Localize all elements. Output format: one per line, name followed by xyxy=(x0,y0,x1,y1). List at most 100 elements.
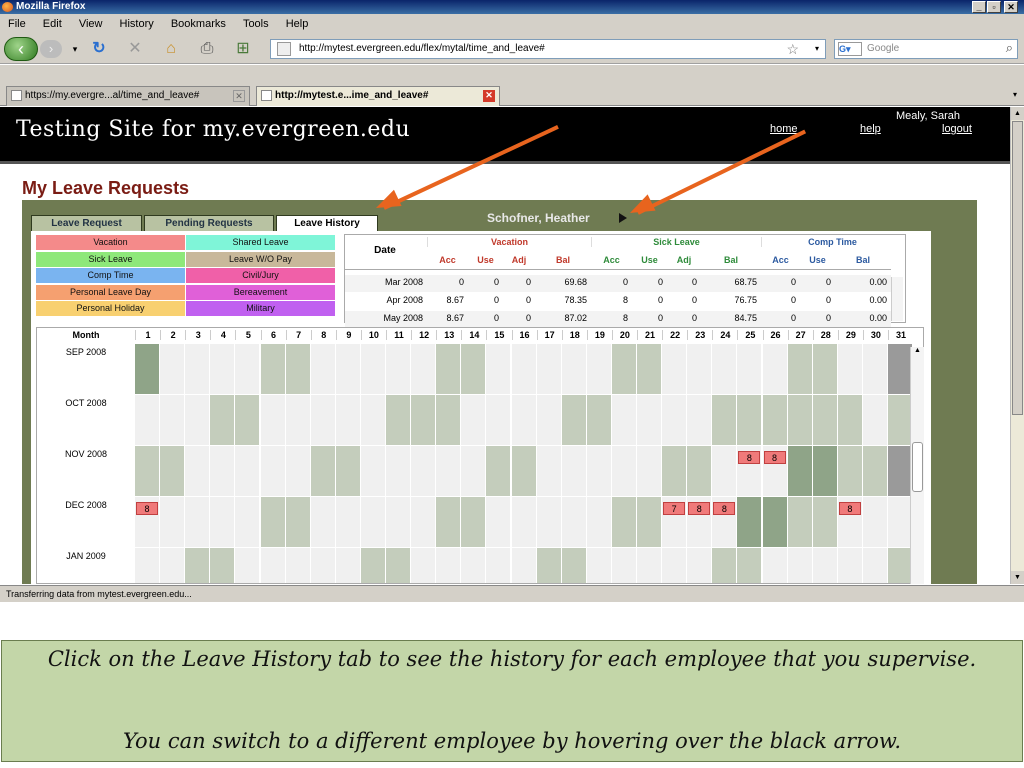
logout-link[interactable]: logout xyxy=(942,123,972,135)
forward-button[interactable]: › xyxy=(40,40,62,58)
calendar-day-cell[interactable] xyxy=(210,497,235,547)
calendar-day-cell[interactable] xyxy=(185,548,210,583)
calendar-day-cell[interactable] xyxy=(737,395,762,445)
calendar-day-cell[interactable] xyxy=(486,395,511,445)
calendar-day-cell[interactable] xyxy=(637,497,662,547)
bookmark-star-icon[interactable]: ☆ xyxy=(786,40,799,58)
calendar-day-cell[interactable] xyxy=(210,395,235,445)
calendar-day-cell[interactable] xyxy=(436,344,461,394)
calendar-day-cell[interactable] xyxy=(762,548,787,583)
calendar-day-cell[interactable] xyxy=(536,497,561,547)
calendar-day-cell[interactable] xyxy=(436,446,461,496)
page-scroll-down-icon[interactable]: ▼ xyxy=(1011,571,1024,584)
calendar-day-cell[interactable] xyxy=(862,344,887,394)
calendar-day-cell[interactable] xyxy=(260,446,285,496)
close-window-button[interactable]: ✕ xyxy=(1004,1,1018,13)
search-magnifier-icon[interactable]: ⌕ xyxy=(1006,39,1013,57)
calendar-day-cell[interactable] xyxy=(888,446,913,496)
calendar-day-cell[interactable] xyxy=(611,497,636,547)
calendar-day-cell[interactable] xyxy=(135,446,160,496)
calendar-day-cell[interactable] xyxy=(135,344,160,394)
calendar-day-cell[interactable] xyxy=(637,395,662,445)
calendar-day-cell[interactable] xyxy=(762,344,787,394)
calendar-day-cell[interactable] xyxy=(360,344,385,394)
calendar-scrollbar[interactable]: ▲ xyxy=(910,347,924,584)
tab-leave-request[interactable]: Leave Request xyxy=(31,215,142,231)
calendar-day-cell[interactable] xyxy=(335,497,360,547)
calendar-day-cell[interactable] xyxy=(386,446,411,496)
calendar-day-cell[interactable] xyxy=(888,344,913,394)
calendar-day-cell[interactable] xyxy=(360,395,385,445)
stop-icon[interactable]: ✕ xyxy=(124,38,146,60)
calendar-day-cell[interactable] xyxy=(210,548,235,583)
calendar-day-cell[interactable] xyxy=(511,395,536,445)
calendar-day-cell[interactable] xyxy=(360,548,385,583)
calendar-day-cell[interactable] xyxy=(637,548,662,583)
calendar-day-cell[interactable] xyxy=(888,395,913,445)
menu-tools[interactable]: Tools xyxy=(243,18,269,30)
calendar-day-cell[interactable] xyxy=(712,395,737,445)
back-button[interactable]: ‹ xyxy=(4,37,38,61)
calendar-day-cell[interactable] xyxy=(662,548,687,583)
calendar-day-cell[interactable] xyxy=(335,344,360,394)
calendar-day-cell[interactable] xyxy=(611,344,636,394)
calendar-day-cell[interactable] xyxy=(360,497,385,547)
calendar-day-cell[interactable] xyxy=(486,344,511,394)
calendar-day-cell[interactable] xyxy=(235,497,260,547)
calendar-day-cell[interactable] xyxy=(787,446,812,496)
calendar-day-cell[interactable] xyxy=(662,446,687,496)
calendar-day-cell[interactable] xyxy=(787,395,812,445)
close-tab-icon[interactable]: ✕ xyxy=(483,90,495,102)
tab-list-icon[interactable]: ▾ xyxy=(1008,88,1022,102)
calendar-day-cell[interactable] xyxy=(837,344,862,394)
calendar-day-cell[interactable] xyxy=(737,344,762,394)
menu-history[interactable]: History xyxy=(120,18,154,30)
calendar-day-cell[interactable] xyxy=(611,395,636,445)
calendar-day-cell[interactable] xyxy=(536,548,561,583)
calendar-day-cell[interactable] xyxy=(185,446,210,496)
calendar-day-cell[interactable] xyxy=(737,548,762,583)
calendar-day-cell[interactable] xyxy=(862,497,887,547)
calendar-leave-entry[interactable]: 8 xyxy=(763,451,786,464)
search-engine-icon[interactable]: G▾ xyxy=(838,42,862,56)
calendar-day-cell[interactable] xyxy=(160,446,185,496)
calendar-leave-entry[interactable]: 8 xyxy=(688,502,711,515)
calendar-day-cell[interactable] xyxy=(160,548,185,583)
scroll-up-icon[interactable]: ▲ xyxy=(912,347,923,358)
print-icon[interactable]: ⎙ xyxy=(196,38,218,60)
calendar-leave-entry[interactable]: 8 xyxy=(713,502,736,515)
calendar-day-cell[interactable] xyxy=(511,344,536,394)
calendar-day-cell[interactable] xyxy=(185,395,210,445)
calendar-day-cell[interactable] xyxy=(687,395,712,445)
calendar-day-cell[interactable] xyxy=(662,395,687,445)
browser-tab-2[interactable]: http://mytest.e...ime_and_leave# ✕ xyxy=(256,86,500,106)
calendar-day-cell[interactable] xyxy=(160,344,185,394)
calendar-day-cell[interactable] xyxy=(586,446,611,496)
calendar-day-cell[interactable] xyxy=(787,548,812,583)
calendar-day-cell[interactable] xyxy=(712,446,737,496)
calendar-day-cell[interactable] xyxy=(411,497,436,547)
calendar-day-cell[interactable] xyxy=(135,395,160,445)
calendar-day-cell[interactable] xyxy=(812,446,837,496)
calendar-day-cell[interactable] xyxy=(310,344,335,394)
calendar-day-cell[interactable] xyxy=(812,344,837,394)
calendar-day-cell[interactable] xyxy=(536,446,561,496)
calendar-day-cell[interactable] xyxy=(762,395,787,445)
browser-tab-1[interactable]: https://my.evergre...al/time_and_leave# … xyxy=(6,86,250,106)
calendar-day-cell[interactable] xyxy=(862,395,887,445)
calendar-day-cell[interactable] xyxy=(586,344,611,394)
calendar-day-cell[interactable] xyxy=(411,395,436,445)
menu-view[interactable]: View xyxy=(79,18,103,30)
calendar-day-cell[interactable] xyxy=(812,395,837,445)
calendar-day-cell[interactable] xyxy=(436,395,461,445)
calendar-day-cell[interactable] xyxy=(611,548,636,583)
calendar-day-cell[interactable] xyxy=(511,548,536,583)
calendar-day-cell[interactable] xyxy=(436,548,461,583)
scroll-thumb[interactable] xyxy=(912,442,923,492)
calendar-day-cell[interactable] xyxy=(461,497,486,547)
menu-help[interactable]: Help xyxy=(286,18,309,30)
calendar-day-cell[interactable] xyxy=(787,344,812,394)
calendar-day-cell[interactable] xyxy=(762,497,787,547)
calendar-day-cell[interactable] xyxy=(335,548,360,583)
calendar-day-cell[interactable] xyxy=(411,548,436,583)
